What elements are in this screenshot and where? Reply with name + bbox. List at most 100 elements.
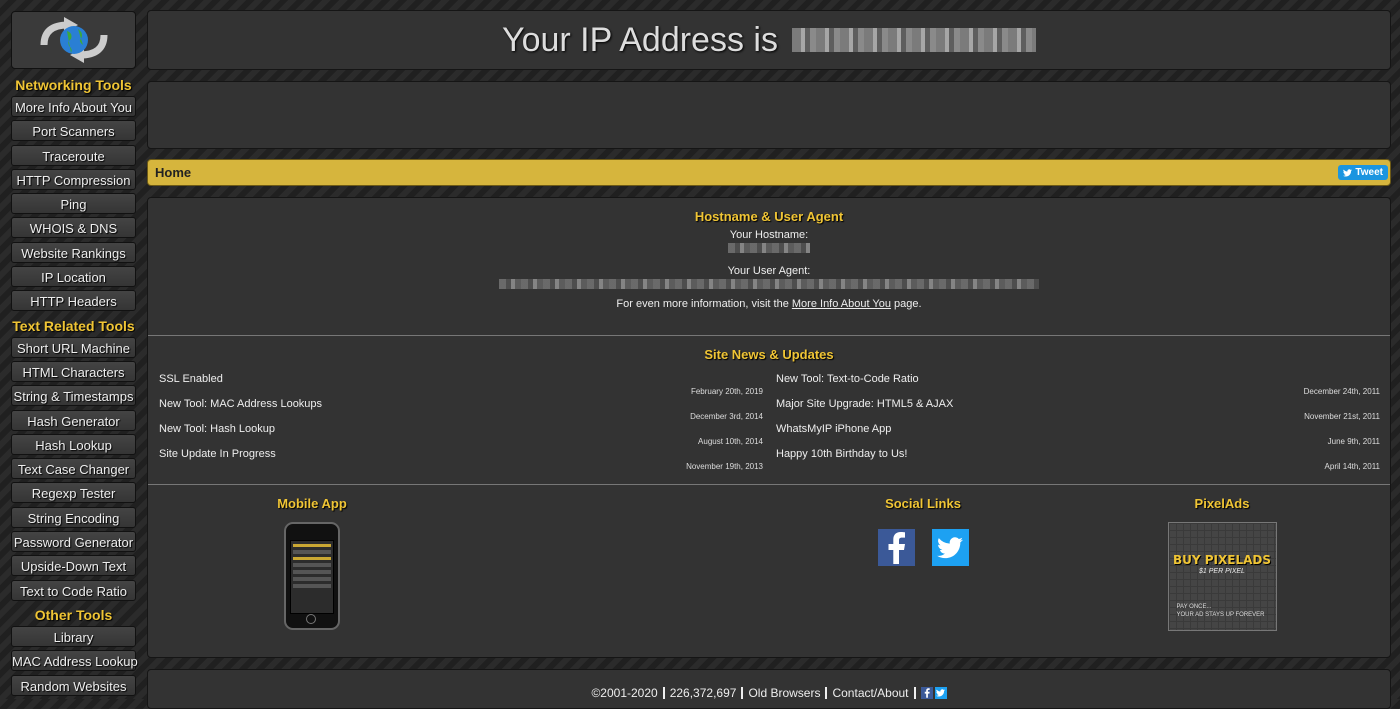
twitter-icon <box>1343 168 1353 177</box>
news-item-title[interactable]: New Tool: MAC Address Lookups <box>159 398 322 410</box>
pixelads-sub: $1 PER PIXEL <box>1199 568 1245 575</box>
ip-title-prefix: Your IP Address is <box>502 20 778 59</box>
sidebar-item-text-case-changer[interactable]: Text Case Changer <box>11 458 136 480</box>
iphone-app-image[interactable] <box>284 522 340 630</box>
news-item-title[interactable]: New Tool: Text-to-Code Ratio <box>776 373 919 385</box>
footer-line: ©2001-2020 226,372,697 Old Browsers Cont… <box>591 677 947 708</box>
more-info-prefix: For even more information, visit the <box>616 298 789 310</box>
pixelads-title: PixelAds <box>1194 496 1250 511</box>
ad-panel <box>147 81 1391 149</box>
sidebar-item-hash-generator[interactable]: Hash Generator <box>11 409 136 431</box>
news-item: New Tool: Text-to-Code Ratio December 24t… <box>776 373 1380 398</box>
pixelads-section: PixelAds BUY PIXELADS $1 PER PIXEL PAY O… <box>1148 496 1296 631</box>
sidebar-item-ip-location[interactable]: IP Location <box>11 266 136 288</box>
social-links-section: Social Links <box>818 496 1028 566</box>
separator <box>913 686 916 699</box>
news-item-title[interactable]: Major Site Upgrade: HTML5 & AJAX <box>776 398 953 410</box>
old-browsers-link[interactable]: Old Browsers <box>748 686 820 700</box>
news-item: SSL Enabled February 20th, 2019 <box>159 373 763 398</box>
copyright: ©2001-2020 <box>591 685 658 700</box>
pixelads-foot: PAY ONCE... YOUR AD STAYS UP FOREVER <box>1177 603 1265 619</box>
sidebar-item-regexp-tester[interactable]: Regexp Tester <box>11 482 136 504</box>
pixelads-foot-1: PAY ONCE... <box>1176 604 1212 610</box>
news-item-title[interactable]: SSL Enabled <box>159 373 223 385</box>
pixelads-headline: BUY PIXELADS <box>1172 553 1271 567</box>
more-info-link[interactable]: More Info About You <box>792 298 891 310</box>
news-item: New Tool: Hash Lookup August 10th, 2014 <box>159 423 763 448</box>
news-item-date: April 14th, 2011 <box>1324 462 1380 471</box>
news-item-title[interactable]: WhatsMyIP iPhone App <box>776 423 891 435</box>
news-item: Site Update In Progress November 19th, 20… <box>159 448 763 473</box>
tweet-label: Tweet <box>1355 167 1383 178</box>
sidebar-item-password-generator[interactable]: Password Generator <box>11 531 136 553</box>
news-item-title[interactable]: Site Update In Progress <box>159 448 276 460</box>
phone-home-button <box>306 614 316 624</box>
news-item: Major Site Upgrade: HTML5 & AJAX November… <box>776 398 1380 423</box>
breadcrumb-home[interactable]: Home <box>155 165 191 180</box>
sidebar-item-random-websites[interactable]: Random Websites <box>11 674 136 696</box>
facebook-icon[interactable] <box>877 529 915 566</box>
footer-panel: ©2001-2020 226,372,697 Old Browsers Cont… <box>147 669 1391 709</box>
news-section-title: Site News & Updates <box>704 347 834 362</box>
twitter-icon[interactable] <box>931 529 969 566</box>
globe-refresh-icon <box>40 17 107 63</box>
twitter-icon[interactable] <box>934 686 947 699</box>
sidebar-item-traceroute[interactable]: Traceroute <box>11 144 136 166</box>
news-item: New Tool: MAC Address Lookups December 3r… <box>159 398 763 423</box>
news-item-date: November 19th, 2013 <box>686 462 763 471</box>
sidebar-item-hash-lookup[interactable]: Hash Lookup <box>11 433 136 455</box>
news-item-date: February 20th, 2019 <box>690 387 763 396</box>
tweet-button[interactable]: Tweet <box>1338 165 1388 180</box>
news-item-title[interactable]: Happy 10th Birthday to Us! <box>776 448 907 460</box>
sidebar-section-title: Text Related Tools <box>12 317 135 334</box>
news-item-date: November 21st, 2011 <box>1304 412 1380 421</box>
news-item: Happy 10th Birthday to Us! April 14th, 20… <box>776 448 1380 473</box>
sidebar-item-http-headers[interactable]: HTTP Headers <box>11 290 136 312</box>
social-links-title: Social Links <box>885 496 961 511</box>
sidebar-item-ping[interactable]: Ping <box>11 193 136 215</box>
phone-screen <box>290 540 334 614</box>
mobile-app-section: Mobile App <box>208 496 416 630</box>
sidebar-item-html-characters[interactable]: HTML Characters <box>11 360 136 382</box>
user-agent-label: Your User Agent: <box>727 265 811 277</box>
sidebar-item-text-to-code-ratio[interactable]: Text to Code Ratio <box>11 579 136 601</box>
sidebar-item-string-encoding[interactable]: String Encoding <box>11 506 136 528</box>
divider <box>148 335 1390 336</box>
user-agent-value-redacted <box>499 279 1039 289</box>
news-column-right: New Tool: Text-to-Code Ratio December 24t… <box>776 373 1380 473</box>
news-item-title[interactable]: New Tool: Hash Lookup <box>159 423 275 435</box>
social-icons <box>818 529 1028 566</box>
sidebar: Networking Tools More Info About You Port … <box>11 11 138 699</box>
sidebar-item-short-url-machine[interactable]: Short URL Machine <box>11 336 136 358</box>
sidebar-item-port-scanners[interactable]: Port Scanners <box>11 120 136 142</box>
breadcrumb: Home Tweet <box>147 159 1391 186</box>
sidebar-item-more-info-about-you[interactable]: More Info About You <box>11 96 136 117</box>
sidebar-item-http-compression[interactable]: HTTP Compression <box>11 168 136 190</box>
divider <box>148 484 1390 485</box>
sidebar-item-library[interactable]: Library <box>11 625 136 647</box>
facebook-icon[interactable] <box>920 686 933 699</box>
site-logo[interactable] <box>11 11 136 69</box>
hostname-section: Hostname & User Agent Your Hostname: You… <box>148 209 1390 310</box>
header-panel: Your IP Address is <box>147 10 1391 70</box>
sidebar-item-website-rankings[interactable]: Website Rankings <box>11 241 136 263</box>
mobile-app-title: Mobile App <box>277 496 347 511</box>
sidebar-section-title: Networking Tools <box>15 77 132 93</box>
sidebar-item-whois-dns[interactable]: WHOIS & DNS <box>11 217 136 239</box>
hostname-label: Your Hostname: <box>729 229 809 241</box>
sidebar-item-string-timestamps[interactable]: String & Timestamps <box>11 385 136 407</box>
news-item-date: December 24th, 2011 <box>1303 387 1380 396</box>
separator <box>825 686 828 699</box>
news-item-date: June 9th, 2011 <box>1327 437 1380 446</box>
sidebar-item-upside-down-text[interactable]: Upside-Down Text <box>11 555 136 577</box>
separator <box>662 686 665 699</box>
sidebar-item-mac-address-lookup[interactable]: MAC Address Lookup <box>11 650 138 672</box>
contact-link[interactable]: Contact/About <box>832 686 908 700</box>
news-item-date: August 10th, 2014 <box>698 437 763 446</box>
hostname-value-redacted <box>728 243 810 253</box>
pixelads-foot-2: YOUR AD STAYS UP FOREVER <box>1176 612 1265 618</box>
hostname-section-title: Hostname & User Agent <box>694 209 844 224</box>
sidebar-section-title: Other Tools <box>34 606 113 623</box>
ip-address-redacted <box>791 28 1036 52</box>
pixelads-banner[interactable]: BUY PIXELADS $1 PER PIXEL PAY ONCE... YO… <box>1167 522 1277 631</box>
